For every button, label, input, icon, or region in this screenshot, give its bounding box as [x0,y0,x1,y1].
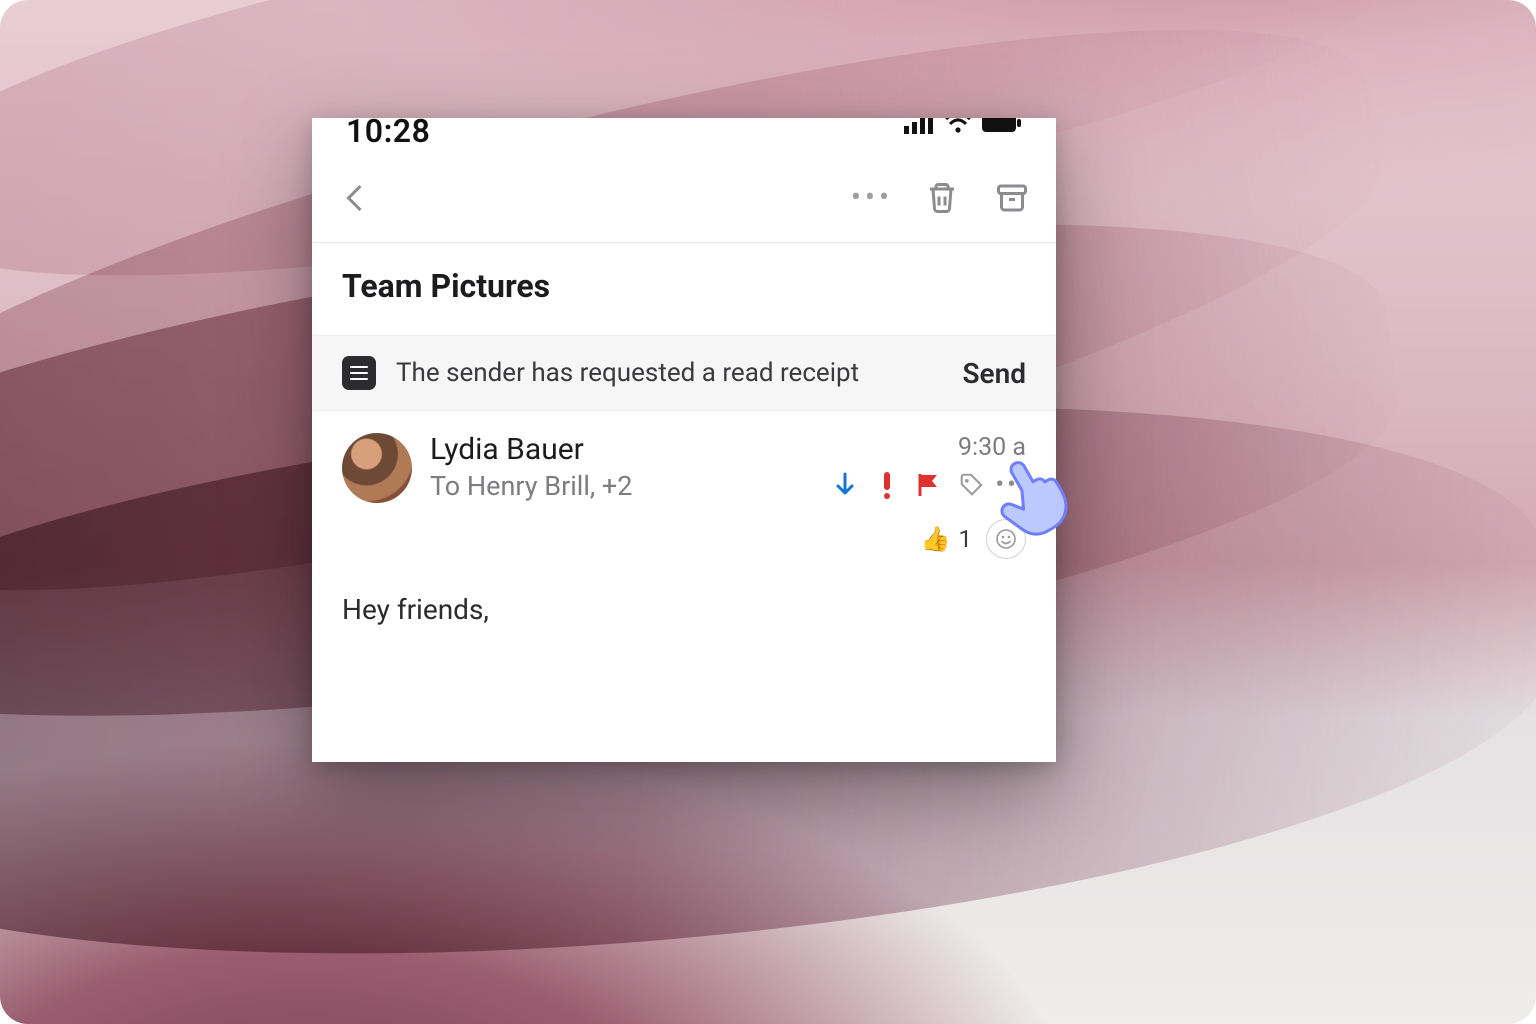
category-tag-icon [958,472,984,498]
sender-avatar[interactable] [342,433,412,503]
reaction-thumbs-up[interactable]: 👍 1 [921,525,972,553]
message-indicators: ••• [832,472,1026,498]
importance-high-icon [874,472,900,498]
email-message-screen: 10:28 ••• [312,118,1056,762]
thread-subject: Team Pictures [312,243,1056,336]
receipt-message: The sender has requested a read receipt [396,358,942,388]
download-arrow-icon [832,472,858,498]
toolbar: ••• [312,158,1056,243]
smiley-icon [995,528,1017,550]
receipt-icon [342,356,376,390]
back-button[interactable] [334,176,378,220]
message-body: Hey friends, [312,567,1056,652]
battery-icon [982,118,1022,137]
send-receipt-button[interactable]: Send [962,357,1026,390]
message-timestamp: 9:30 a [832,433,1026,462]
read-receipt-banner: The sender has requested a read receipt … [312,336,1056,411]
wifi-icon [944,118,972,138]
chevron-left-icon [338,180,374,216]
recipients-line[interactable]: To Henry Brill, +2 [430,470,632,502]
message-more-button[interactable]: ••• [1000,472,1026,498]
add-reaction-button[interactable] [986,519,1026,559]
status-time: 10:28 [346,118,430,150]
message-reactions: 👍 1 [312,513,1056,567]
body-line: Hey friends, [342,593,1026,626]
sender-name[interactable]: Lydia Bauer [430,433,632,468]
cellular-signal-icon [904,118,934,138]
more-options-button[interactable]: ••• [850,176,894,220]
trash-icon [924,180,960,216]
flag-icon [916,472,942,498]
delete-button[interactable] [920,176,964,220]
thumbs-up-icon: 👍 [921,525,951,553]
archive-icon [994,180,1030,216]
reaction-count: 1 [959,525,973,553]
status-bar: 10:28 [312,118,1056,158]
message-header: Lydia Bauer To Henry Brill, +2 9:30 a [312,411,1056,513]
archive-button[interactable] [990,176,1034,220]
